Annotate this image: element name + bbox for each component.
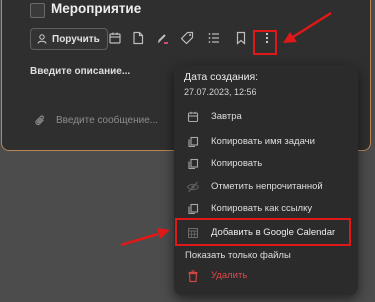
task-title[interactable]: Мероприятие bbox=[51, 1, 141, 16]
task-checkbox[interactable] bbox=[30, 3, 45, 18]
assign-label: Поручить bbox=[52, 33, 100, 45]
menu-item-copy[interactable]: Копировать bbox=[174, 153, 358, 175]
eye-off-icon bbox=[186, 180, 200, 194]
user-icon bbox=[37, 34, 47, 44]
google-calendar-highlight bbox=[175, 218, 351, 246]
menu-item-label: Копировать bbox=[211, 158, 263, 169]
menu-item-label: Копировать как ссылку bbox=[211, 203, 313, 214]
menu-item-delete[interactable]: Удалить bbox=[174, 265, 358, 287]
menu-item-copy-name[interactable]: Копировать имя задачи bbox=[174, 131, 358, 153]
arrow-to-google-calendar bbox=[120, 228, 170, 247]
message-field[interactable]: Введите сообщение... bbox=[34, 114, 158, 127]
menu-item-label: Отметить непрочитанной bbox=[211, 181, 323, 192]
more-button-highlight bbox=[253, 30, 277, 55]
paperclip-icon[interactable] bbox=[34, 114, 47, 127]
copy-icon bbox=[186, 135, 200, 149]
list-icon[interactable] bbox=[206, 30, 222, 46]
bookmark-icon[interactable] bbox=[233, 30, 249, 46]
calendar-icon[interactable] bbox=[107, 30, 123, 46]
trash-icon bbox=[186, 269, 200, 283]
menu-item-label: Завтра bbox=[211, 111, 242, 122]
menu-item-tomorrow[interactable]: Завтра bbox=[174, 106, 358, 128]
file-icon[interactable] bbox=[130, 30, 146, 46]
menu-item-label: Показать только файлы bbox=[185, 250, 291, 261]
created-date-label: Дата создания: bbox=[184, 71, 259, 83]
created-date-value: 27.07.2023, 12:56 bbox=[184, 87, 257, 97]
description-field[interactable]: Введите описание... bbox=[30, 66, 130, 77]
calendar-icon bbox=[186, 110, 200, 124]
copy-icon bbox=[186, 202, 200, 216]
message-placeholder: Введите сообщение... bbox=[56, 115, 159, 126]
menu-item-label: Удалить bbox=[211, 270, 248, 281]
menu-item-copy-link[interactable]: Копировать как ссылку bbox=[174, 198, 358, 220]
tag-icon[interactable] bbox=[179, 30, 195, 46]
menu-item-label: Копировать имя задачи bbox=[211, 136, 315, 147]
menu-item-show-files[interactable]: Показать только файлы bbox=[174, 245, 358, 267]
assign-button[interactable]: Поручить bbox=[30, 28, 108, 50]
menu-item-mark-unread[interactable]: Отметить непрочитанной bbox=[174, 176, 358, 198]
pen-icon[interactable] bbox=[154, 30, 170, 46]
copy-icon bbox=[186, 157, 200, 171]
context-menu: Дата создания: 27.07.2023, 12:56 Завтра … bbox=[174, 65, 358, 295]
